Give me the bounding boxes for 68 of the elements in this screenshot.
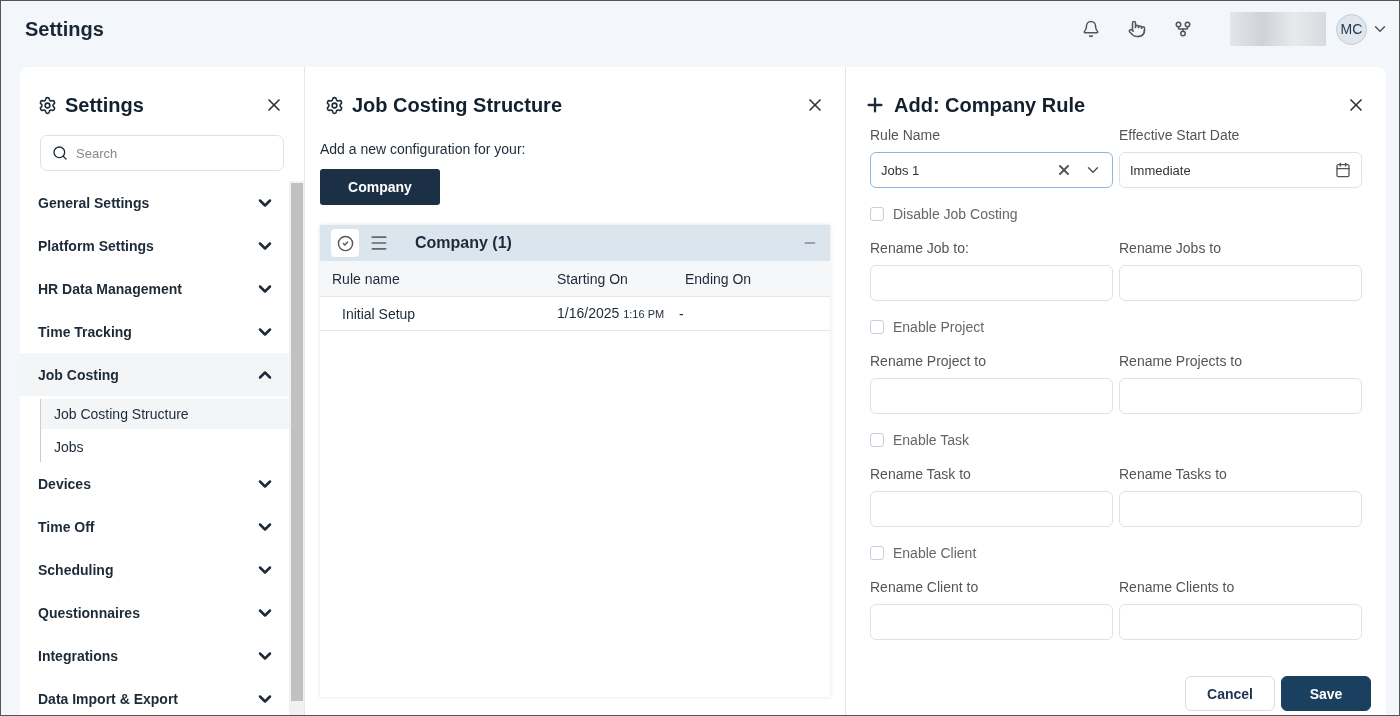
- menu-item[interactable]: Questionnaires: [20, 591, 289, 634]
- field-label: Rename Clients to: [1119, 579, 1236, 597]
- field-label: Rename Client to: [870, 579, 980, 597]
- menu-item[interactable]: Time Off: [20, 505, 289, 548]
- checkbox-label: Disable Job Costing: [893, 206, 1018, 222]
- menu-item[interactable]: Devices: [20, 462, 289, 505]
- panel-title: Add: Company Rule: [894, 93, 1087, 117]
- field-label: Effective Start Date: [1119, 127, 1241, 145]
- scrollbar[interactable]: [289, 181, 304, 715]
- input-field[interactable]: Jobs 1: [870, 152, 1113, 188]
- table-cell-text: Initial Setup: [341, 304, 417, 323]
- panel-title: Job Costing Structure: [352, 93, 563, 117]
- hand-pointer-icon[interactable]: [1128, 20, 1146, 38]
- checkbox[interactable]: [870, 546, 884, 560]
- settings-icon: [38, 95, 57, 115]
- table-cell-text: -: [678, 304, 685, 323]
- panel-title: Settings: [65, 93, 145, 117]
- field-label: Rename Task to: [870, 466, 972, 484]
- menu-item[interactable]: Data Import & Export: [20, 677, 289, 715]
- input-field[interactable]: [870, 491, 1113, 527]
- bell-icon[interactable]: [1082, 20, 1100, 38]
- branch-icon[interactable]: [1174, 20, 1192, 38]
- menu-item[interactable]: Integrations: [20, 634, 289, 677]
- menu-item[interactable]: Time Tracking: [20, 310, 289, 353]
- cancel-button[interactable]: Cancel: [1185, 676, 1275, 711]
- input-field[interactable]: [1119, 378, 1362, 414]
- column-header: Ending On: [684, 269, 753, 288]
- settings-icon: [325, 95, 344, 115]
- menu-item[interactable]: Platform Settings: [20, 224, 289, 267]
- column-header: Rule name: [331, 269, 401, 288]
- checkbox[interactable]: [870, 207, 884, 221]
- checkbox-label: Enable Client: [893, 545, 977, 561]
- checkbox-label: Enable Project: [893, 319, 985, 335]
- field-label: Rename Jobs to: [1119, 240, 1222, 258]
- calendar-icon[interactable]: [1335, 162, 1351, 178]
- checkbox-label: Enable Task: [893, 432, 969, 448]
- submenu-item[interactable]: Job Costing Structure: [41, 399, 289, 429]
- input-field[interactable]: [1119, 265, 1362, 301]
- clear-icon[interactable]: [1056, 162, 1072, 178]
- input-field[interactable]: [870, 378, 1113, 414]
- field-label: Rename Project to: [870, 353, 987, 371]
- menu-item[interactable]: General Settings: [20, 181, 289, 224]
- user-avatar[interactable]: MC: [1336, 13, 1367, 45]
- field-label: Rename Job to:: [870, 240, 970, 258]
- input-field[interactable]: Immediate: [1119, 152, 1362, 188]
- field-label: Rename Projects to: [1119, 353, 1243, 371]
- column-header: Starting On: [556, 269, 629, 288]
- save-button[interactable]: Save: [1281, 676, 1371, 711]
- table-cell-text: 1/16/2025 1:16 PM: [556, 304, 666, 323]
- input-field[interactable]: [1119, 491, 1362, 527]
- menu-item[interactable]: HR Data Management: [20, 267, 289, 310]
- search-icon: [52, 145, 68, 161]
- input-field[interactable]: [870, 265, 1113, 301]
- group-title: Company (1): [415, 234, 513, 252]
- config-prompt: Add a new configuration for your:: [320, 141, 527, 157]
- input-field[interactable]: [1119, 604, 1362, 640]
- field-label: Rule Name: [870, 127, 942, 145]
- search-field[interactable]: Search: [40, 135, 284, 171]
- field-label: Rename Tasks to: [1119, 466, 1228, 484]
- menu-item[interactable]: Scheduling: [20, 548, 289, 591]
- checkbox[interactable]: [870, 320, 884, 334]
- input-field[interactable]: [870, 604, 1113, 640]
- submenu-item[interactable]: Jobs: [41, 432, 289, 462]
- page-title: Settings: [25, 17, 105, 41]
- checkbox[interactable]: [870, 433, 884, 447]
- menu-item[interactable]: Job Costing: [20, 353, 289, 396]
- company-button[interactable]: Company: [320, 169, 440, 205]
- menu-icon[interactable]: [369, 233, 389, 253]
